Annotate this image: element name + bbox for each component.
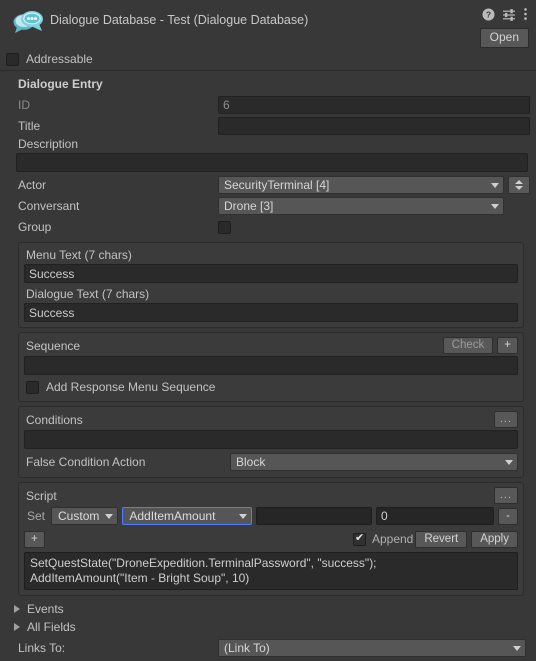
links-to-value: (Link To) [224,641,270,655]
id-row: ID 6 [6,95,530,115]
sequence-input[interactable] [24,356,518,375]
script-method-value: AddItemAmount [129,509,216,523]
actor-dropdown[interactable]: SecurityTerminal [4] [218,176,504,194]
links-to-label: Links To: [18,641,66,655]
response-menu-sequence-checkbox[interactable] [26,380,39,394]
script-append-label: Append [371,532,414,546]
false-condition-action-value: Block [236,455,266,469]
group-checkbox[interactable] [218,220,231,234]
false-condition-action-row: False Condition Action Block [24,452,518,472]
script-add-button[interactable]: + [24,530,45,548]
inspector-panel: Dialogue Database - Test (Dialogue Datab… [0,0,536,661]
events-label: Events [27,602,64,616]
chevron-right-icon [14,605,20,613]
script-method-dropdown[interactable]: AddItemAmount [122,507,253,525]
id-label: ID [18,98,30,112]
actor-value: SecurityTerminal [4] [224,178,330,192]
chevron-down-icon [239,513,248,519]
chevron-up-icon [515,180,523,184]
dialogue-text-input[interactable]: Success [24,303,518,322]
conditions-panel-header: Conditions ... [24,411,518,428]
all-fields-label: All Fields [27,620,76,634]
script-action-row: Set Custom AddItemAmount 0 - [24,506,518,526]
conversant-row: Conversant Drone [3] [6,196,530,216]
script-remove-button[interactable]: - [498,507,518,525]
response-menu-sequence-row[interactable]: Add Response Menu Sequence [24,378,518,396]
script-type-dropdown[interactable]: Custom [51,507,119,525]
script-panel-header: Script ... [24,487,518,504]
conditions-input[interactable] [24,430,518,449]
script-set-label: Set [27,509,46,523]
all-fields-foldout[interactable]: All Fields [6,618,530,636]
actor-label: Actor [18,178,47,192]
svg-text:?: ? [486,9,491,19]
conversant-label: Conversant [18,199,80,213]
response-menu-sequence-label: Add Response Menu Sequence [46,380,216,394]
chevron-down-icon [105,513,114,519]
sequence-title: Sequence [26,338,81,353]
kebab-menu-icon[interactable] [523,7,528,24]
chevron-down-icon [491,182,499,188]
script-type-value: Custom [58,509,100,523]
links-to-dropdown[interactable]: (Link To) [218,639,526,657]
id-value: 6 [218,96,530,114]
inspector-body: Dialogue Entry ID 6 Title Description Ac… [0,71,536,658]
chevron-right-icon [14,623,20,631]
chevron-down-icon [491,203,499,209]
links-to-row: Links To: (Link To) [6,638,530,658]
open-button[interactable]: Open [479,28,529,48]
help-icon[interactable]: ? [482,8,495,24]
group-label: Group [18,220,52,234]
actor-swap-stepper[interactable] [508,176,530,194]
header-icon-group: ? [482,7,528,24]
dialogue-text-label: Dialogue Text (7 chars) [26,287,150,301]
conditions-panel: Conditions ... False Condition Action Bl… [18,406,524,478]
sequence-actions: Check + [442,337,518,354]
conditions-title: Conditions [26,412,83,427]
addressable-row[interactable]: Addressable [0,48,536,70]
conversant-value: Drone [3] [224,199,274,213]
addressable-label: Addressable [26,52,93,66]
dialogue-database-icon [12,6,46,36]
chevron-down-icon [515,186,523,190]
description-input[interactable] [16,153,528,172]
script-amount-input[interactable]: 0 [376,507,494,525]
addressable-checkbox[interactable] [6,52,19,66]
title-label: Title [18,119,41,133]
false-condition-action-dropdown[interactable]: Block [230,453,518,471]
script-title: Script [26,488,57,503]
conditions-menu-button[interactable]: ... [493,411,518,428]
menu-text-input[interactable]: Success [24,264,518,283]
group-row: Group [6,217,530,237]
sequence-panel: Sequence Check + Add Response Menu Seque… [18,332,524,402]
preset-settings-icon[interactable] [502,8,516,24]
sequence-add-button[interactable]: + [497,337,518,354]
script-controls-row: + Append Revert Apply [24,529,518,549]
script-arg-input[interactable] [256,507,372,525]
sequence-panel-header: Sequence Check + [24,337,518,354]
script-revert-button[interactable]: Revert [415,530,468,548]
title-input[interactable] [218,117,530,135]
script-panel: Script ... Set Custom AddItemAmount 0 - … [18,482,524,596]
script-code-editor[interactable]: SetQuestState("DroneExpedition.TerminalP… [24,552,518,590]
actor-row: Actor SecurityTerminal [4] [6,175,530,195]
script-apply-button[interactable]: Apply [471,530,518,548]
conversant-dropdown[interactable]: Drone [3] [218,197,504,215]
inspector-header: Dialogue Database - Test (Dialogue Datab… [0,0,536,48]
chevron-down-icon [505,459,513,465]
script-menu-button[interactable]: ... [493,487,518,504]
events-foldout[interactable]: Events [6,600,530,618]
sequence-check-button[interactable]: Check [442,337,494,354]
title-row: Title [6,116,530,136]
menu-text-label: Menu Text (7 chars) [26,248,132,262]
false-condition-action-label: False Condition Action [26,455,146,469]
text-panel: Menu Text (7 chars) Success Dialogue Tex… [18,242,524,328]
dialogue-entry-heading: Dialogue Entry [18,77,103,91]
script-append-checkbox[interactable] [352,532,366,546]
page-title: Dialogue Database - Test (Dialogue Datab… [50,13,309,27]
chevron-down-icon [513,645,521,651]
description-label: Description [18,137,79,151]
